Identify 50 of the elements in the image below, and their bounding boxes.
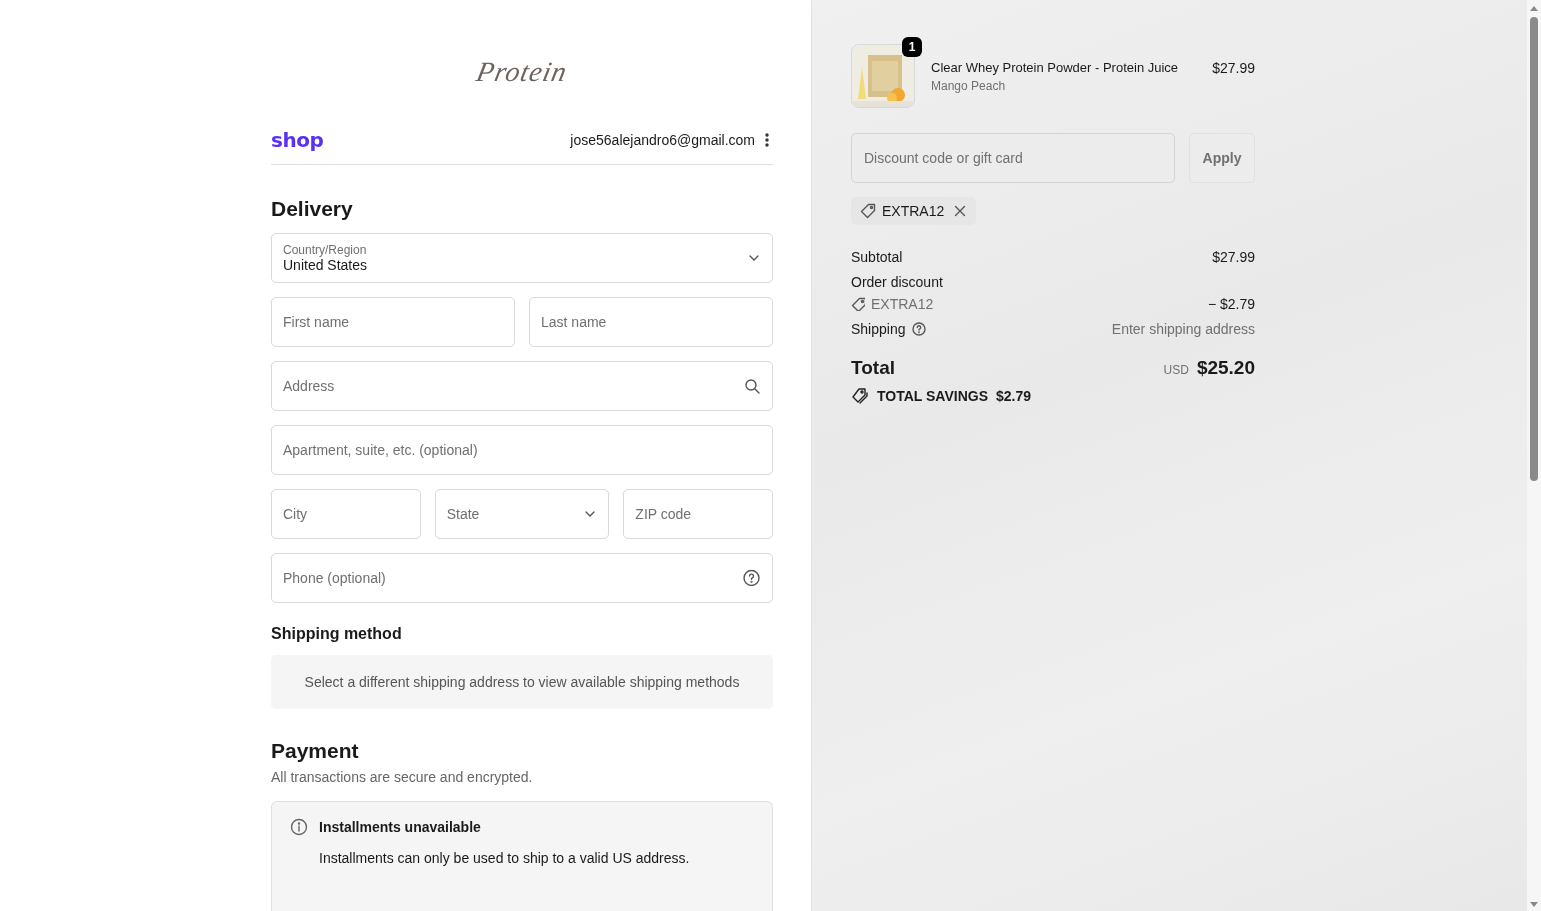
currency-code: USD [1163,363,1189,377]
account-email: jose56alejandro6@gmail.com [570,132,755,148]
quantity-badge: 1 [902,37,922,57]
apply-button[interactable]: Apply [1189,133,1255,183]
store-logo[interactable]: Protein [473,56,571,88]
tag-icon [860,203,876,219]
savings-amount: $2.79 [996,388,1032,404]
line-label: Subtotal [851,249,903,265]
info-notice: Select a different shipping address to view available shipping methods [271,655,773,709]
discount-field[interactable]: Discount code or gift card [851,133,1175,183]
product-price: $27.99 [1212,60,1255,76]
input-field[interactable]: Apartment, suite, etc. (optional) [271,425,773,475]
section-heading: Delivery [271,197,354,221]
total-label: Total [851,357,895,379]
more-menu-icon [765,133,769,147]
input-field[interactable]: Phone (optional) [271,553,773,603]
line-label: Order discount [851,274,943,290]
chevron-down-icon [584,510,597,518]
close-icon[interactable] [954,205,967,217]
input-field[interactable]: ZIP code [623,489,773,539]
input-field[interactable]: First name [271,297,515,347]
section-subtitle: All transactions are secure and encrypted. [271,769,534,785]
input-field[interactable]: City [271,489,421,539]
line-value: − $2.79 [1207,296,1255,312]
discount-code: EXTRA12 [871,296,934,312]
search-icon [744,378,760,394]
info-icon [290,818,308,836]
notice-title: Installments unavailable [319,819,481,835]
discount-code: EXTRA12 [882,203,945,219]
tag-icon [851,297,865,311]
section-heading: Shipping method [271,625,403,643]
chevron-down-icon [748,254,760,262]
help-icon [911,322,926,336]
help-icon [743,569,760,587]
scrollbar[interactable] [1527,0,1541,911]
line-value: $27.99 [1212,249,1255,265]
line-value: Enter shipping address [1111,321,1255,337]
shop-logo: shop [271,128,324,152]
line-label: Shipping [851,321,906,337]
select-field[interactable]: State [434,489,610,539]
savings-label: TOTAL SAVINGS [877,388,988,404]
total-amount: $25.20 [1196,357,1255,379]
tags-icon [851,387,869,405]
select-field[interactable]: Country/Region United States [271,233,773,283]
input-field[interactable]: Address [271,361,773,411]
input-field[interactable]: Last name [529,297,773,347]
section-heading: Payment [271,739,360,763]
notice-text: Installments can only be used to ship to a valid US address. [319,850,691,866]
product-variant: Mango Peach [931,78,1007,93]
product-name: Clear Whey Protein Powder - Protein Juice [931,59,1180,75]
